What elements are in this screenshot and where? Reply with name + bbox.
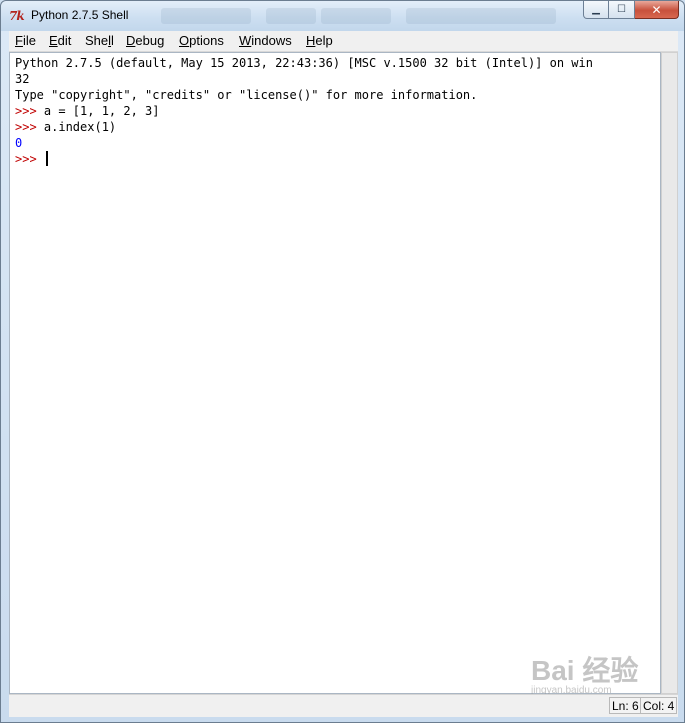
command-line: >>> a.index(1) — [15, 119, 660, 135]
maximize-icon: ☐ — [617, 4, 626, 15]
tk-app-icon: 7k — [9, 9, 25, 23]
title-bar-ghost-tab — [321, 8, 391, 24]
window-title: Python 2.7.5 Shell — [31, 8, 129, 22]
menu-shell[interactable]: Shell — [85, 33, 114, 48]
menu-edit[interactable]: Edit — [49, 33, 71, 48]
active-prompt-line[interactable]: >>> — [15, 151, 660, 167]
status-column-number: Col: 4 — [640, 697, 678, 714]
text-cursor — [45, 151, 48, 166]
watermark-logo: Bai 经验 jingyan.baidu.com — [531, 655, 639, 696]
command-text: a.index(1) — [43, 120, 117, 134]
menu-file[interactable]: File — [15, 33, 36, 48]
menu-debug[interactable]: Debug — [126, 33, 164, 48]
title-bar-ghost-tab — [406, 8, 556, 24]
command-text: a = [1, 1, 2, 3] — [43, 104, 160, 118]
command-line: >>> a = [1, 1, 2, 3] — [15, 103, 660, 119]
minimize-icon: ▁ — [592, 4, 600, 15]
shell-text-area[interactable]: Python 2.7.5 (default, May 15 2013, 22:4… — [9, 52, 661, 694]
menu-bar: File Edit Shell Debug Options Windows He… — [9, 31, 678, 52]
status-line-number: Ln: 6 — [609, 697, 642, 714]
menu-options[interactable]: Options — [179, 33, 224, 48]
banner-line: Python 2.7.5 (default, May 15 2013, 22:4… — [15, 56, 593, 70]
close-icon: ✕ — [651, 2, 662, 17]
minimize-button[interactable]: ▁ — [583, 1, 609, 19]
shell-prompt: >>> — [15, 104, 44, 118]
vertical-scrollbar[interactable] — [661, 52, 678, 694]
banner-line: 32 — [15, 72, 30, 86]
output-line: 0 — [15, 136, 23, 150]
title-bar[interactable]: 7k Python 2.7.5 Shell ▁ ☐ ✕ — [1, 1, 684, 31]
banner-line: Type "copyright", "credits" or "license(… — [15, 88, 478, 102]
menu-windows[interactable]: Windows — [239, 33, 292, 48]
title-bar-ghost-tab — [266, 8, 316, 24]
title-bar-ghost-tab — [161, 8, 251, 24]
idle-shell-window: 7k Python 2.7.5 Shell ▁ ☐ ✕ File Edit Sh… — [0, 0, 685, 723]
menu-help[interactable]: Help — [306, 33, 333, 48]
shell-prompt: >>> — [15, 120, 44, 134]
close-button[interactable]: ✕ — [635, 1, 679, 19]
shell-prompt: >>> — [15, 152, 44, 166]
maximize-button[interactable]: ☐ — [609, 1, 635, 19]
status-bar: Ln: 6 Col: 4 — [9, 694, 678, 717]
caption-buttons: ▁ ☐ ✕ — [583, 1, 679, 21]
